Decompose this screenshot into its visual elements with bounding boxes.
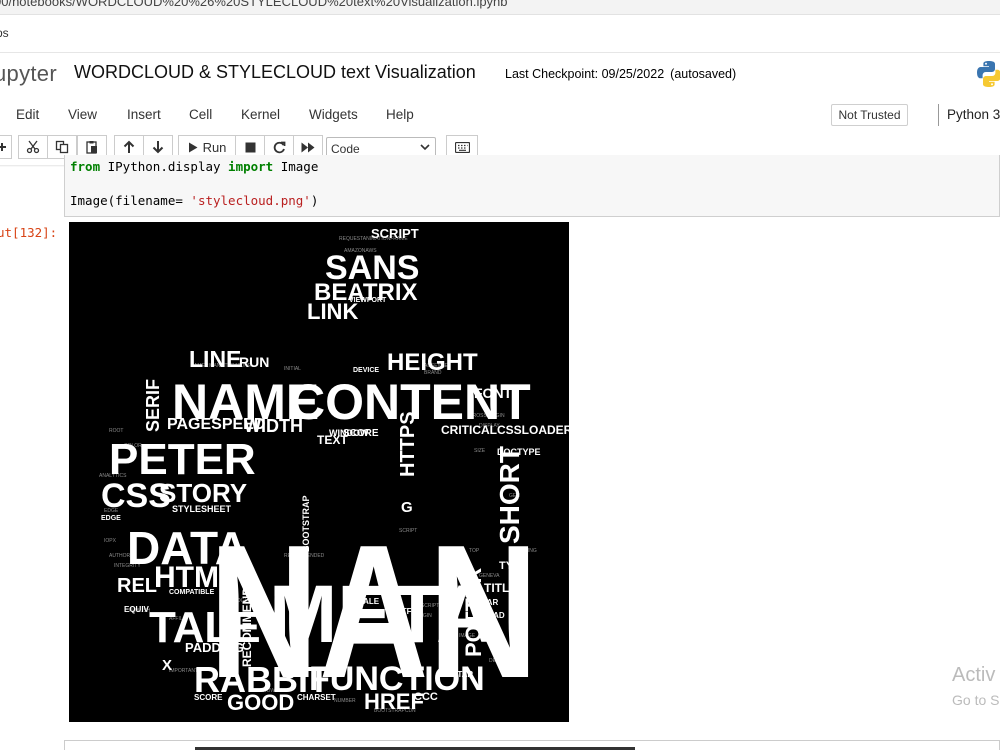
menubar: Edit View Insert Cell Kernel Widgets Hel… — [0, 100, 1000, 128]
wc-word-rel: REL — [117, 575, 157, 597]
wc-word-https: HTTPS — [397, 411, 419, 477]
kernel-separator — [938, 104, 939, 126]
wc-word-utf: UTF — [396, 607, 412, 616]
wc-word-width: WIDTH — [244, 416, 303, 436]
wc-word-height: HEIGHT — [387, 349, 478, 376]
wc-word-g: G — [401, 499, 413, 516]
notebook-title[interactable]: WORDCLOUD & STYLECLOUD text Visualizatio… — [74, 62, 476, 83]
wc-word-stylesheet: STYLESHEET — [172, 504, 232, 514]
stop-icon — [245, 142, 255, 152]
clipboard-icon — [86, 141, 97, 154]
refresh-icon — [273, 141, 285, 153]
menu-kernel[interactable]: Kernel — [241, 107, 280, 122]
wc-word-text: TEXT — [317, 433, 348, 447]
play-icon — [188, 142, 198, 152]
divider — [0, 52, 1000, 53]
wc-word-padding: PADDING — [185, 640, 244, 655]
menu-insert[interactable]: Insert — [127, 107, 161, 122]
wc-word-star: STAR — [452, 670, 473, 679]
svg-text:SIZE: SIZE — [474, 448, 486, 454]
wc-word-device: DEVICE — [353, 367, 379, 374]
svg-text:INITIAL: INITIAL — [284, 366, 301, 372]
wc-word-bootstrap: BOOTSTRAP — [301, 495, 311, 552]
wc-word-font: FONT — [474, 385, 513, 401]
menu-cell[interactable]: Cell — [189, 107, 212, 122]
keyword-from: from — [70, 159, 101, 174]
svg-text:ROOT: ROOT — [109, 428, 123, 434]
wc-word-compatible: COMPATIBLE — [169, 589, 215, 596]
wc-word-line: LINE — [189, 346, 241, 372]
fast-forward-icon — [301, 142, 315, 152]
python-logo-icon — [975, 60, 1000, 88]
chevron-down-icon — [420, 144, 430, 151]
cut-button[interactable] — [18, 135, 48, 159]
code-module: IPython.display — [100, 159, 229, 174]
wc-word-x: X — [162, 657, 172, 674]
arrow-down-icon — [152, 141, 164, 154]
add-cell-button[interactable] — [0, 135, 12, 159]
wc-word-serif: SERIF — [143, 379, 163, 432]
wc-word-scale: SCALE — [352, 597, 380, 606]
address-bar[interactable]: 00/notebooks/WORDCLOUD%20%26%20STYLECLOU… — [0, 0, 1000, 15]
wordcloud-image: REQUESTANIMATIONFRAME AMAZONAWS AMERICAN… — [69, 222, 569, 722]
wc-word-potter: POTTER — [461, 568, 486, 657]
autosaved-text: (autosaved) — [670, 67, 737, 81]
code-call: Image(filename= — [70, 193, 191, 208]
output-prompt: ut[132]: — [0, 225, 58, 240]
activation-watermark-link: Go to S — [952, 692, 1000, 708]
wc-word-type: TYPE — [499, 560, 528, 572]
scissors-icon — [26, 140, 40, 154]
jupyter-logo[interactable]: upyter — [0, 61, 57, 87]
wc-word-charset: CHARSET — [297, 693, 336, 702]
keyboard-icon — [454, 141, 470, 153]
wc-word-viewport: VIEWPORT — [349, 297, 387, 304]
code-cell-input[interactable]: from IPython.display import Image Image(… — [64, 155, 1000, 217]
menu-widgets[interactable]: Widgets — [309, 107, 358, 122]
bookmarks-bar-text[interactable]: ps — [0, 26, 9, 40]
menu-edit[interactable]: Edit — [16, 107, 39, 122]
code-string: 'stylecloud.png' — [190, 193, 311, 208]
wc-word-script: SCRIPT — [371, 226, 419, 241]
keyword-import: import — [228, 159, 274, 174]
wc-word-run: RUN — [239, 354, 269, 370]
copy-icon — [55, 140, 69, 154]
code-line-image-call: Image(filename= 'stylecloud.png') — [70, 193, 318, 208]
checkpoint-text: Last Checkpoint: 09/25/2022 — [505, 67, 665, 81]
menu-help[interactable]: Help — [386, 107, 414, 122]
wc-word-edge: EDGE — [101, 515, 121, 522]
checkpoint-status: Last Checkpoint: 09/25/2022 (autosaved) — [505, 67, 736, 81]
wc-word-short: SHORT — [494, 446, 525, 544]
activation-watermark: Activ — [952, 664, 996, 686]
svg-text:IOPX: IOPX — [104, 538, 117, 544]
wc-word-criticalcssloader: CRITICALCSSLOADER — [441, 423, 569, 437]
arrow-up-icon — [123, 140, 135, 153]
code-name: Image — [273, 159, 319, 174]
kernel-indicator[interactable]: Python 3 — [947, 107, 1000, 122]
not-trusted-button[interactable]: Not Trusted — [831, 104, 908, 126]
run-label: Run — [202, 139, 227, 155]
url-text: 00/notebooks/WORDCLOUD%20%26%20STYLECLOU… — [0, 0, 508, 9]
wc-word-good: GOOD — [227, 690, 294, 715]
wc-word-ccc: CCC — [414, 691, 438, 703]
cell-type-value: Code — [331, 142, 360, 156]
code-line-import: from IPython.display import Image — [70, 159, 318, 174]
wc-word-equiv: EQUIV — [124, 605, 150, 614]
menu-view[interactable]: View — [68, 107, 97, 122]
plus-icon — [0, 143, 6, 151]
wc-word-score: SCORE — [343, 428, 379, 439]
code-close: ) — [310, 193, 319, 208]
wc-word-score-2: SCORE — [194, 693, 223, 702]
